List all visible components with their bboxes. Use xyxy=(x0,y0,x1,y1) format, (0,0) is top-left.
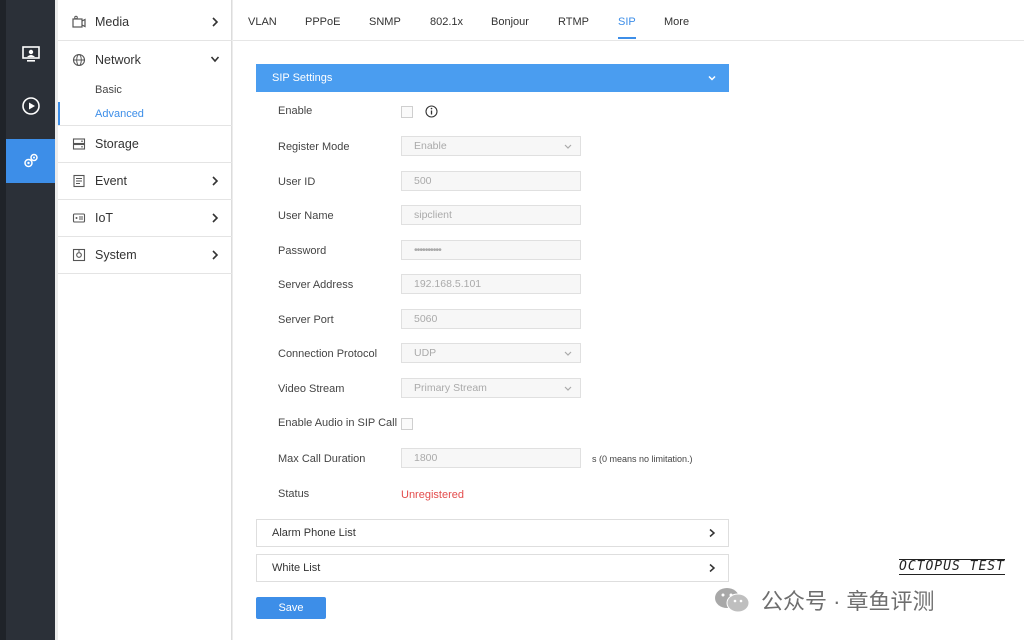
chevron-right-icon xyxy=(212,176,219,186)
server-port-input[interactable]: 5060 xyxy=(401,309,581,329)
user-name-label: User Name xyxy=(278,210,334,222)
network-tabs: VLAN PPPoE SNMP 802.1x Bonjour RTMP SIP … xyxy=(233,0,1024,41)
enable-checkbox[interactable] xyxy=(401,106,413,118)
chevron-right-icon xyxy=(212,213,219,223)
system-icon xyxy=(72,248,86,262)
settings-icon xyxy=(23,153,38,168)
sip-settings-header[interactable]: SIP Settings xyxy=(256,64,729,92)
watermark-logo: OCTOPUS TEST xyxy=(899,559,1005,575)
enable-audio-label: Enable Audio in SIP Call xyxy=(278,417,398,429)
status-badge: Unregistered xyxy=(401,489,464,501)
watermark-text: 公众号 · 章鱼评测 xyxy=(761,589,935,614)
app-rail xyxy=(0,0,55,640)
playback-icon xyxy=(21,97,40,115)
user-id-value: 500 xyxy=(414,175,432,187)
tab-bonjour[interactable]: Bonjour xyxy=(491,16,529,28)
sidebar-item-storage[interactable]: Storage xyxy=(58,126,232,163)
user-id-label: User ID xyxy=(278,176,316,188)
main-content: VLAN PPPoE SNMP 802.1x Bonjour RTMP SIP … xyxy=(233,0,1024,640)
settings-sidebar: Media Network Basic Advanced Storage Eve… xyxy=(58,0,232,640)
sidebar-item-network[interactable]: Network xyxy=(58,41,232,78)
panel-title: SIP Settings xyxy=(272,72,333,84)
password-value: •••••••••• xyxy=(414,244,442,256)
video-stream-label: Video Stream xyxy=(278,383,345,395)
server-port-value: 5060 xyxy=(414,313,438,325)
storage-icon xyxy=(72,137,86,151)
server-address-input[interactable]: 192.168.5.101 xyxy=(401,274,581,294)
tab-vlan[interactable]: VLAN xyxy=(248,16,277,28)
chevron-right-icon xyxy=(212,250,219,260)
status-label: Status xyxy=(278,488,310,500)
wechat-icon xyxy=(715,588,750,613)
rail-playback-button[interactable] xyxy=(6,84,55,128)
chevron-down-icon xyxy=(564,386,572,391)
tab-8021x[interactable]: 802.1x xyxy=(430,16,463,28)
user-id-input[interactable]: 500 xyxy=(401,171,581,191)
save-button[interactable]: Save xyxy=(256,597,326,619)
white-list-section[interactable]: White List xyxy=(256,554,729,582)
register-mode-value: Enable xyxy=(414,140,447,152)
sidebar-item-media[interactable]: Media xyxy=(58,4,232,41)
iot-icon xyxy=(72,211,86,225)
chevron-right-icon xyxy=(709,528,716,538)
info-icon[interactable] xyxy=(425,105,438,118)
server-address-label: Server Address xyxy=(278,279,354,291)
sidebar-item-system[interactable]: System xyxy=(58,237,232,274)
enable-label: Enable xyxy=(278,105,313,117)
media-icon xyxy=(72,15,86,29)
password-label: Password xyxy=(278,245,327,257)
tab-snmp[interactable]: SNMP xyxy=(369,16,401,28)
rail-live-view-button[interactable] xyxy=(6,32,55,76)
tab-more[interactable]: More xyxy=(664,16,689,28)
chevron-down-icon xyxy=(210,56,220,63)
user-name-value: sipclient xyxy=(414,209,452,221)
sidebar-subitem-basic[interactable]: Basic xyxy=(58,78,232,102)
event-icon xyxy=(72,174,86,188)
watermark: 公众号 · 章鱼评测 xyxy=(713,584,935,616)
rail-settings-button[interactable] xyxy=(6,139,55,183)
enable-audio-checkbox[interactable] xyxy=(401,418,413,430)
server-port-label: Server Port xyxy=(278,314,334,326)
sidebar-item-label: System xyxy=(95,248,137,262)
password-input[interactable]: •••••••••• xyxy=(401,240,581,260)
tab-rtmp[interactable]: RTMP xyxy=(558,16,589,28)
chevron-down-icon xyxy=(564,144,572,149)
video-stream-select[interactable]: Primary Stream xyxy=(401,378,581,398)
max-call-duration-input[interactable]: 1800 xyxy=(401,448,581,468)
user-name-input[interactable]: sipclient xyxy=(401,205,581,225)
register-mode-select[interactable]: Enable xyxy=(401,136,581,156)
server-address-value: 192.168.5.101 xyxy=(414,278,482,290)
connection-protocol-label: Connection Protocol xyxy=(278,348,378,360)
tab-pppoe[interactable]: PPPoE xyxy=(305,16,340,28)
sidebar-item-event[interactable]: Event xyxy=(58,163,232,200)
sidebar-item-label: Media xyxy=(95,15,130,29)
sidebar-subitem-advanced[interactable]: Advanced xyxy=(58,102,232,126)
register-mode-label: Register Mode xyxy=(278,141,350,153)
max-call-duration-hint: s (0 means no limitation.) xyxy=(592,454,693,464)
chevron-right-icon xyxy=(709,563,716,573)
globe-icon xyxy=(72,53,86,67)
section-title: White List xyxy=(272,562,321,574)
connection-protocol-select[interactable]: UDP xyxy=(401,343,581,363)
alarm-phone-list-section[interactable]: Alarm Phone List xyxy=(256,519,729,547)
connection-protocol-value: UDP xyxy=(414,347,437,359)
max-call-duration-value: 1800 xyxy=(414,452,438,464)
chevron-right-icon xyxy=(212,17,219,27)
chevron-down-icon xyxy=(708,75,716,81)
sidebar-item-label: Event xyxy=(95,174,127,188)
sidebar-item-iot[interactable]: IoT xyxy=(58,200,232,237)
tab-sip[interactable]: SIP xyxy=(618,16,636,39)
sidebar-item-label: Network xyxy=(95,52,141,67)
sidebar-item-label: Storage xyxy=(95,137,139,151)
chevron-down-icon xyxy=(564,351,572,356)
video-stream-value: Primary Stream xyxy=(414,382,487,394)
max-call-duration-label: Max Call Duration xyxy=(278,453,366,465)
section-title: Alarm Phone List xyxy=(272,527,356,539)
sidebar-item-label: IoT xyxy=(95,211,114,225)
live-view-icon xyxy=(21,46,40,62)
